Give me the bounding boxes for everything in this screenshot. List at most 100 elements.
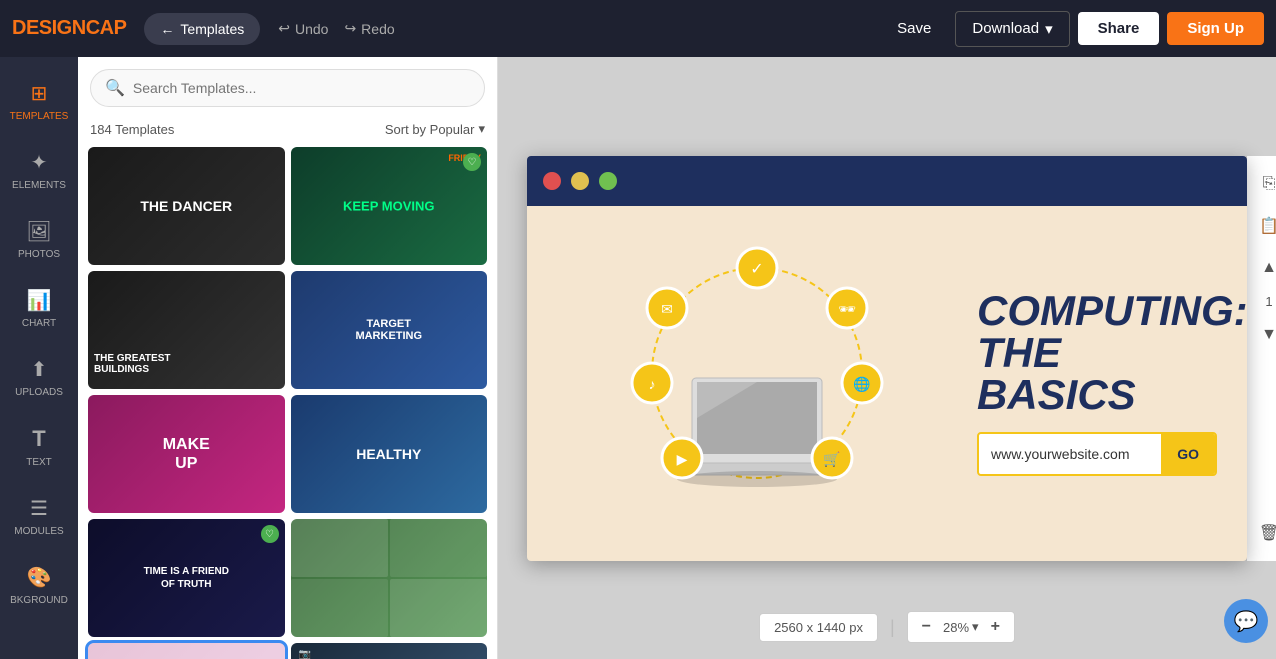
page-number: 1 xyxy=(1265,294,1272,309)
card-keepmoving-text: KEEP MOVING xyxy=(300,199,477,214)
template-card-london[interactable]: 📷 Trip to London xyxy=(291,643,488,659)
templates-button[interactable]: ← Templates xyxy=(144,13,260,45)
undo-button[interactable]: ↩ Undo xyxy=(278,20,328,37)
template-card-healthy[interactable]: HEALTHY xyxy=(291,395,488,513)
redo-label: Redo xyxy=(361,21,394,37)
separator: | xyxy=(890,617,895,638)
sidebar-item-bkground-label: BKGROUND xyxy=(10,595,68,606)
template-card-buildings[interactable]: THE GREATESTBUILDINGS xyxy=(88,271,285,389)
canvas-title-line2: THE BASICS xyxy=(977,332,1217,416)
signup-button[interactable]: Sign Up xyxy=(1167,12,1264,45)
template-card-time[interactable]: TIME IS A FRIENDOF TRUTH ♡ xyxy=(88,519,285,637)
sort-chevron-icon: ▾ xyxy=(478,121,485,137)
template-card-nature[interactable] xyxy=(291,519,488,637)
sidebar-item-modules[interactable]: ☰ MODULES xyxy=(0,482,78,551)
canvas-right: COMPUTING: THE BASICS www.yourwebsite.co… xyxy=(957,290,1217,476)
card-keepmoving-badge: ♡ xyxy=(463,153,481,171)
undo-arrow-icon: ↩ xyxy=(278,20,290,37)
elements-icon: ✦ xyxy=(31,150,48,175)
copy-tool-button[interactable]: ⎘ xyxy=(1253,168,1276,200)
zoom-out-button[interactable]: − xyxy=(918,616,935,638)
delete-icon: 🗑 xyxy=(1259,523,1276,543)
template-card-keepmoving[interactable]: FRIDAY KEEP MOVING ♡ xyxy=(291,147,488,265)
templates-grid: THE DANCER FRIDAY KEEP MOVING ♡ THE GREA… xyxy=(78,147,497,659)
canvas-content: ✓ 🕶 🌐 🛒 xyxy=(527,206,1247,561)
sidebar-item-elements[interactable]: ✦ ELEMENTS xyxy=(0,136,78,205)
svg-text:✉: ✉ xyxy=(661,301,673,317)
sidebar-item-modules-label: MODULES xyxy=(14,526,63,537)
canvas-title-line1: COMPUTING: xyxy=(977,290,1217,332)
save-button[interactable]: Save xyxy=(881,12,947,45)
topbar: DESIGNCAP ← Templates ↩ Undo ↪ Redo Save… xyxy=(0,0,1276,57)
url-text: www.yourwebsite.com xyxy=(979,446,1161,462)
template-card-makeup[interactable]: MAKEUP xyxy=(88,395,285,513)
canvas-left: ✓ 🕶 🌐 🛒 xyxy=(557,233,957,533)
sidebar-item-uploads-label: UPLOADS xyxy=(15,387,63,398)
templates-header: 184 Templates Sort by Popular ▾ xyxy=(78,115,497,147)
card-dancer-text: THE DANCER xyxy=(140,198,232,214)
template-card-dancer[interactable]: THE DANCER xyxy=(88,147,285,265)
canvas-bottom-bar: 2560 x 1440 px | − 28% ▾ + xyxy=(759,611,1015,643)
browser-dot-yellow xyxy=(571,172,589,190)
go-button[interactable]: GO xyxy=(1161,434,1215,474)
up-arrow-icon: ▲ xyxy=(1261,259,1276,277)
sort-button[interactable]: Sort by Popular ▾ xyxy=(385,121,485,137)
sidebar-item-templates[interactable]: ⊞ TEMPLATES xyxy=(0,67,78,136)
down-arrow-icon: ▼ xyxy=(1261,326,1276,344)
back-arrow-icon: ← xyxy=(160,21,174,37)
paste-icon: 📋 xyxy=(1259,216,1276,236)
photos-icon: 🖼 xyxy=(26,219,51,244)
paste-tool-button[interactable]: 📋 xyxy=(1253,210,1276,242)
sidebar-item-templates-label: TEMPLATES xyxy=(10,111,69,122)
sidebar-item-photos-label: PHOTOS xyxy=(18,249,60,260)
move-down-tool-button[interactable]: ▼ xyxy=(1253,319,1276,351)
laptop-illustration: ✓ 🕶 🌐 🛒 xyxy=(607,233,907,533)
design-canvas: ✓ 🕶 🌐 🛒 xyxy=(527,156,1247,561)
modules-icon: ☰ xyxy=(30,496,48,521)
text-icon: T xyxy=(32,426,45,452)
sidebar: ⊞ TEMPLATES ✦ ELEMENTS 🖼 PHOTOS 📊 CHART … xyxy=(0,57,78,659)
browser-bar xyxy=(527,156,1247,206)
sidebar-item-text-label: TEXT xyxy=(26,457,52,468)
search-input[interactable] xyxy=(133,80,470,96)
right-tools-panel: ⎘ 📋 ▲ 1 ▼ 🗑 xyxy=(1246,156,1276,561)
canvas-wrapper: ⎘ 📋 ▲ 1 ▼ 🗑 xyxy=(527,156,1247,561)
undo-redo-group: ↩ Undo ↪ Redo xyxy=(278,20,394,37)
sidebar-item-text[interactable]: T TEXT xyxy=(0,412,78,482)
delete-tool-button[interactable]: 🗑 xyxy=(1253,517,1276,549)
template-card-donut[interactable]: The Famous Donut xyxy=(88,643,285,659)
sidebar-item-photos[interactable]: 🖼 PHOTOS xyxy=(0,205,78,274)
templates-icon: ⊞ xyxy=(31,81,48,106)
download-label: Download xyxy=(972,20,1039,37)
search-icon: 🔍 xyxy=(105,78,125,98)
redo-button[interactable]: ↪ Redo xyxy=(344,20,394,37)
bkground-icon: 🎨 xyxy=(27,565,52,590)
sidebar-item-chart[interactable]: 📊 CHART xyxy=(0,274,78,343)
zoom-in-button[interactable]: + xyxy=(987,616,1004,638)
download-button[interactable]: Download ▾ xyxy=(955,11,1069,47)
download-chevron-icon: ▾ xyxy=(1045,20,1053,38)
move-up-tool-button[interactable]: ▲ xyxy=(1253,252,1276,284)
canvas-title: COMPUTING: THE BASICS xyxy=(977,290,1217,416)
sidebar-item-elements-label: ELEMENTS xyxy=(12,180,66,191)
search-box[interactable]: 🔍 xyxy=(90,69,485,107)
chart-icon: 📊 xyxy=(27,288,52,313)
undo-label: Undo xyxy=(295,21,328,37)
chat-button[interactable]: 💬 xyxy=(1224,599,1268,643)
card-makeup-text: MAKEUP xyxy=(163,435,210,473)
card-london-camera-icon: 📷 xyxy=(299,649,311,659)
template-card-target[interactable]: TARGETMARKETING xyxy=(291,271,488,389)
url-bar[interactable]: www.yourwebsite.com GO xyxy=(977,432,1217,476)
browser-dot-red xyxy=(543,172,561,190)
sidebar-item-bkground[interactable]: 🎨 BKGROUND xyxy=(0,551,78,620)
zoom-chevron-icon: ▾ xyxy=(972,619,979,635)
templates-button-label: Templates xyxy=(180,21,244,37)
card-buildings-text: THE GREATESTBUILDINGS xyxy=(94,353,170,375)
sidebar-item-uploads[interactable]: ⬆ UPLOADS xyxy=(0,343,78,412)
share-button[interactable]: Share xyxy=(1078,12,1160,45)
search-area: 🔍 xyxy=(78,57,497,115)
zoom-value[interactable]: 28% ▾ xyxy=(943,619,979,635)
svg-text:🌐: 🌐 xyxy=(853,376,870,393)
svg-text:✓: ✓ xyxy=(750,261,763,278)
sort-label: Sort by Popular xyxy=(385,122,475,137)
